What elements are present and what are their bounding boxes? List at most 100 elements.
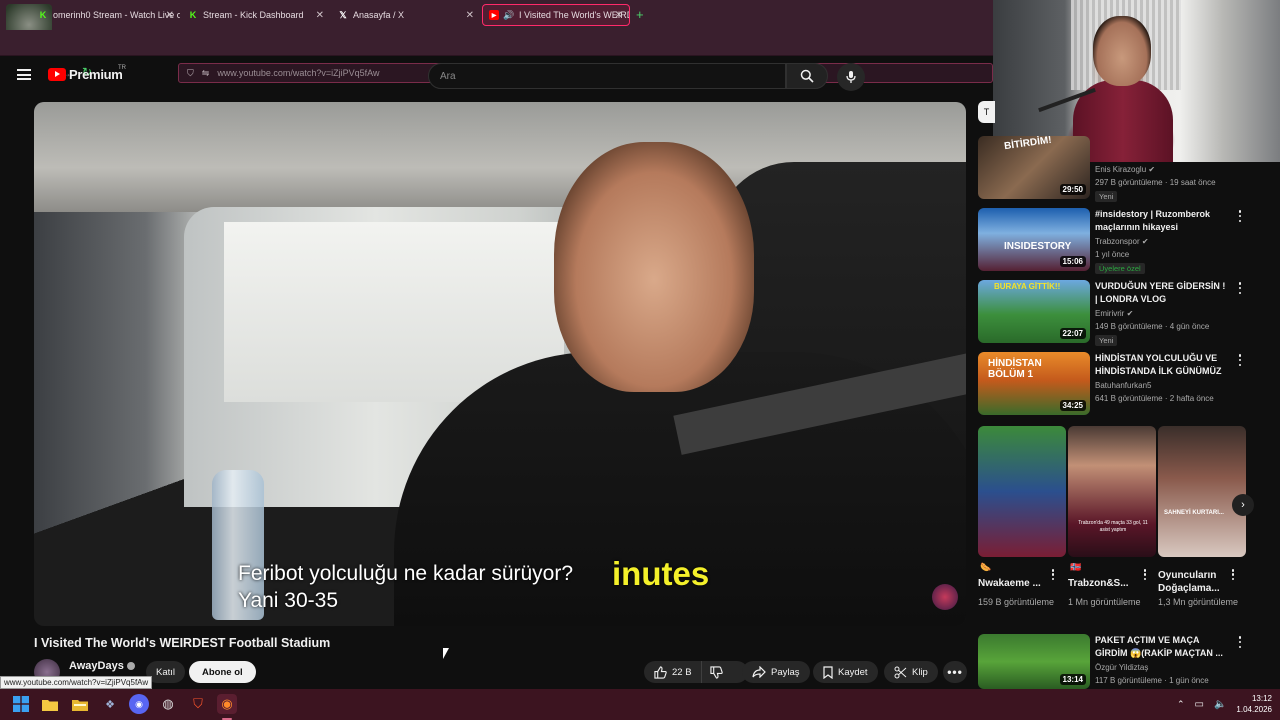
mouse-cursor bbox=[443, 648, 449, 659]
video-title[interactable]: #insidestory | Ruzomberok maçlarının hik… bbox=[1095, 208, 1229, 234]
speaker-icon[interactable]: 🔈 bbox=[1214, 699, 1226, 710]
video-meta: 641 B görüntüleme · 2 hafta önce bbox=[1095, 394, 1214, 403]
thumbs-up-icon bbox=[654, 665, 667, 679]
video-title[interactable]: PAKET AÇTIM VE MAÇA GİRDİM 😱(RAKİP MAÇTA… bbox=[1095, 634, 1229, 660]
tab-kick-dashboard[interactable]: K Stream - Kick Dashboard ✕ bbox=[182, 4, 330, 26]
subtitle-text: Feribot yolculuğu ne kadar sürüyor? Yani… bbox=[238, 560, 573, 614]
recommendation-item[interactable]: HİNDİSTAN BÖLÜM 1 34:25 HİNDİSTAN YOLCUL… bbox=[978, 352, 1248, 418]
search-button[interactable] bbox=[786, 63, 828, 89]
clock-time: 13:12 bbox=[1251, 694, 1272, 703]
more-vertical-icon[interactable] bbox=[1050, 569, 1056, 580]
close-icon[interactable]: ✕ bbox=[316, 10, 324, 21]
folder-icon[interactable] bbox=[70, 694, 90, 714]
new-tab-button[interactable]: + bbox=[636, 7, 644, 22]
file-explorer-icon[interactable] bbox=[40, 694, 60, 714]
recommendation-item[interactable]: INSIDESTORY 15:06 #insidestory | Ruzombe… bbox=[978, 208, 1248, 274]
channel-watermark-icon[interactable] bbox=[932, 584, 958, 610]
tab-x[interactable]: 𝕏 Anasayfa / X ✕ bbox=[332, 4, 480, 26]
video-thumbnail[interactable]: BURAYA GİTTİK!! 22:07 bbox=[978, 280, 1090, 343]
share-button[interactable]: Paylaş bbox=[742, 661, 810, 683]
more-vertical-icon[interactable] bbox=[1142, 569, 1148, 580]
short-item[interactable]: Trabzon'da 49 maçta 33 gol, 11 asist yap… bbox=[1068, 426, 1156, 609]
bookmark-icon bbox=[823, 665, 833, 679]
clip-button[interactable]: Klip bbox=[884, 661, 938, 683]
more-vertical-icon[interactable] bbox=[1237, 636, 1243, 648]
youtube-header: Premium TR Ara bbox=[0, 57, 995, 97]
discord-icon[interactable]: ◉ bbox=[129, 694, 149, 714]
video-meta: 117 B görüntüleme · 1 gün önce bbox=[1095, 676, 1209, 685]
channel-name[interactable]: Emirivrir ✔ bbox=[1095, 309, 1133, 318]
video-thumbnail[interactable]: INSIDESTORY 15:06 bbox=[978, 208, 1090, 271]
burned-in-caption: inutes bbox=[612, 555, 710, 592]
channel-name[interactable]: Özgür Yildiztaş bbox=[1095, 663, 1148, 672]
like-dislike-group: 22 B bbox=[644, 661, 748, 683]
video-title[interactable]: HİNDİSTAN YOLCULUĞU VE HİNDİSTANDA İLK G… bbox=[1095, 352, 1229, 378]
chevron-up-icon[interactable]: ⌃ bbox=[1177, 699, 1185, 710]
settings-app-icon[interactable]: ❖ bbox=[100, 694, 120, 714]
search-input[interactable]: Ara bbox=[428, 63, 786, 89]
tab-kick-stream[interactable]: K omerinh0 Stream - Watch Live o ✕ bbox=[32, 4, 180, 26]
scissors-icon bbox=[894, 666, 907, 678]
more-vertical-icon[interactable] bbox=[1230, 569, 1236, 580]
channel-name[interactable]: Trabzonspor ✔ bbox=[1095, 237, 1149, 246]
video-meta: 1 yıl önce bbox=[1095, 250, 1130, 259]
more-vertical-icon[interactable] bbox=[1237, 210, 1243, 222]
tab-youtube[interactable]: ▶ 🔊 I Visited The World's WEIRDE ✕ bbox=[482, 4, 630, 26]
video-frame-person-head bbox=[554, 142, 754, 392]
webcam-person-head bbox=[1093, 16, 1151, 86]
short-thumbnail[interactable]: Trabzon'da 49 maçta 33 gol, 11 asist yap… bbox=[1068, 426, 1156, 557]
short-thumbnail-text: Trabzon'da 49 maçta 33 gol, 11 asist yap… bbox=[1078, 520, 1148, 533]
network-icon[interactable]: ▭ bbox=[1195, 699, 1204, 710]
youtube-icon: ▶ bbox=[489, 10, 499, 20]
dislike-button[interactable] bbox=[702, 661, 736, 683]
more-vertical-icon[interactable] bbox=[1237, 282, 1243, 294]
channel-name[interactable]: Enis Kirazoglu ✔ bbox=[1095, 165, 1155, 174]
channel-name-text: AwayDays bbox=[69, 660, 124, 672]
like-count: 22 B bbox=[672, 666, 692, 678]
video-thumbnail[interactable]: BİTİRDİM! 29:50 bbox=[978, 136, 1090, 199]
video-thumbnail[interactable]: 13:14 bbox=[978, 634, 1090, 689]
duration-badge: 13:14 bbox=[1059, 674, 1086, 685]
thumbnail-text: BURAYA GİTTİK!! bbox=[994, 282, 1061, 291]
short-thumbnail[interactable] bbox=[978, 426, 1066, 557]
voice-search-button[interactable] bbox=[837, 63, 865, 91]
recommendation-item[interactable]: BURAYA GİTTİK!! 22:07 VURDUĞUN YERE GİDE… bbox=[978, 280, 1248, 346]
windows-start-icon[interactable] bbox=[11, 694, 31, 714]
video-title[interactable]: VURDUĞUN YERE GİDERSİN ! | LONDRA VLOG bbox=[1095, 280, 1229, 306]
speaker-icon[interactable]: 🔊 bbox=[503, 10, 514, 20]
clock[interactable]: 13:12 1.04.2026 bbox=[1236, 693, 1272, 715]
thumbnail-text: INSIDESTORY bbox=[1004, 241, 1072, 252]
short-item[interactable]: SAHNEYİ KURTARI... Oyuncuların Doğaçlama… bbox=[1158, 426, 1246, 609]
channel-name[interactable]: AwayDays bbox=[69, 660, 135, 672]
duration-badge: 15:06 bbox=[1059, 256, 1086, 267]
close-icon[interactable]: ✕ bbox=[615, 10, 623, 21]
recommendation-item[interactable]: BİTİRDİM! 29:50 Enis Kirazoglu ✔ 297 B g… bbox=[978, 136, 1248, 202]
close-icon[interactable]: ✕ bbox=[166, 10, 174, 21]
youtube-logo[interactable]: Premium bbox=[48, 67, 123, 82]
tab-label: Stream - Kick Dashboard bbox=[203, 10, 304, 20]
members-only-badge: Üyelere özel bbox=[1095, 263, 1145, 274]
chevron-right-icon: › bbox=[1241, 499, 1245, 511]
obs-icon[interactable]: ◍ bbox=[158, 694, 178, 714]
firefox-icon[interactable]: ◉ bbox=[217, 694, 237, 714]
verified-icon: ✔ bbox=[1141, 237, 1149, 246]
shorts-next-button[interactable]: › bbox=[1232, 494, 1254, 516]
short-title[interactable]: Oyuncuların Doğaçlama... bbox=[1158, 569, 1234, 595]
kick-icon: K bbox=[39, 10, 47, 20]
tab-label: I Visited The World's WEIRDE bbox=[519, 10, 630, 20]
more-vertical-icon[interactable] bbox=[1237, 354, 1243, 366]
short-item[interactable]: 🌭 Nwakaeme ... 159 B görüntüleme bbox=[978, 426, 1066, 609]
more-actions-button[interactable]: ••• bbox=[943, 661, 967, 683]
subscribe-button[interactable]: Abone ol bbox=[189, 661, 256, 683]
close-icon[interactable]: ✕ bbox=[466, 10, 474, 21]
video-thumbnail[interactable]: HİNDİSTAN BÖLÜM 1 34:25 bbox=[978, 352, 1090, 415]
channel-name[interactable]: Batuhanfurkan5 bbox=[1095, 381, 1152, 390]
video-title: I Visited The World's WEIRDEST Football … bbox=[34, 636, 331, 650]
short-thumbnail[interactable]: SAHNEYİ KURTARI... bbox=[1158, 426, 1246, 557]
save-button[interactable]: Kaydet bbox=[813, 661, 878, 683]
video-player[interactable]: inutes Feribot yolculuğu ne kadar sürüyo… bbox=[34, 102, 966, 626]
filter-chip[interactable]: T bbox=[978, 101, 995, 123]
like-button[interactable]: 22 B bbox=[644, 661, 702, 683]
hamburger-menu-icon[interactable] bbox=[17, 69, 31, 80]
brave-browser-icon[interactable]: ⛉ bbox=[188, 694, 208, 714]
